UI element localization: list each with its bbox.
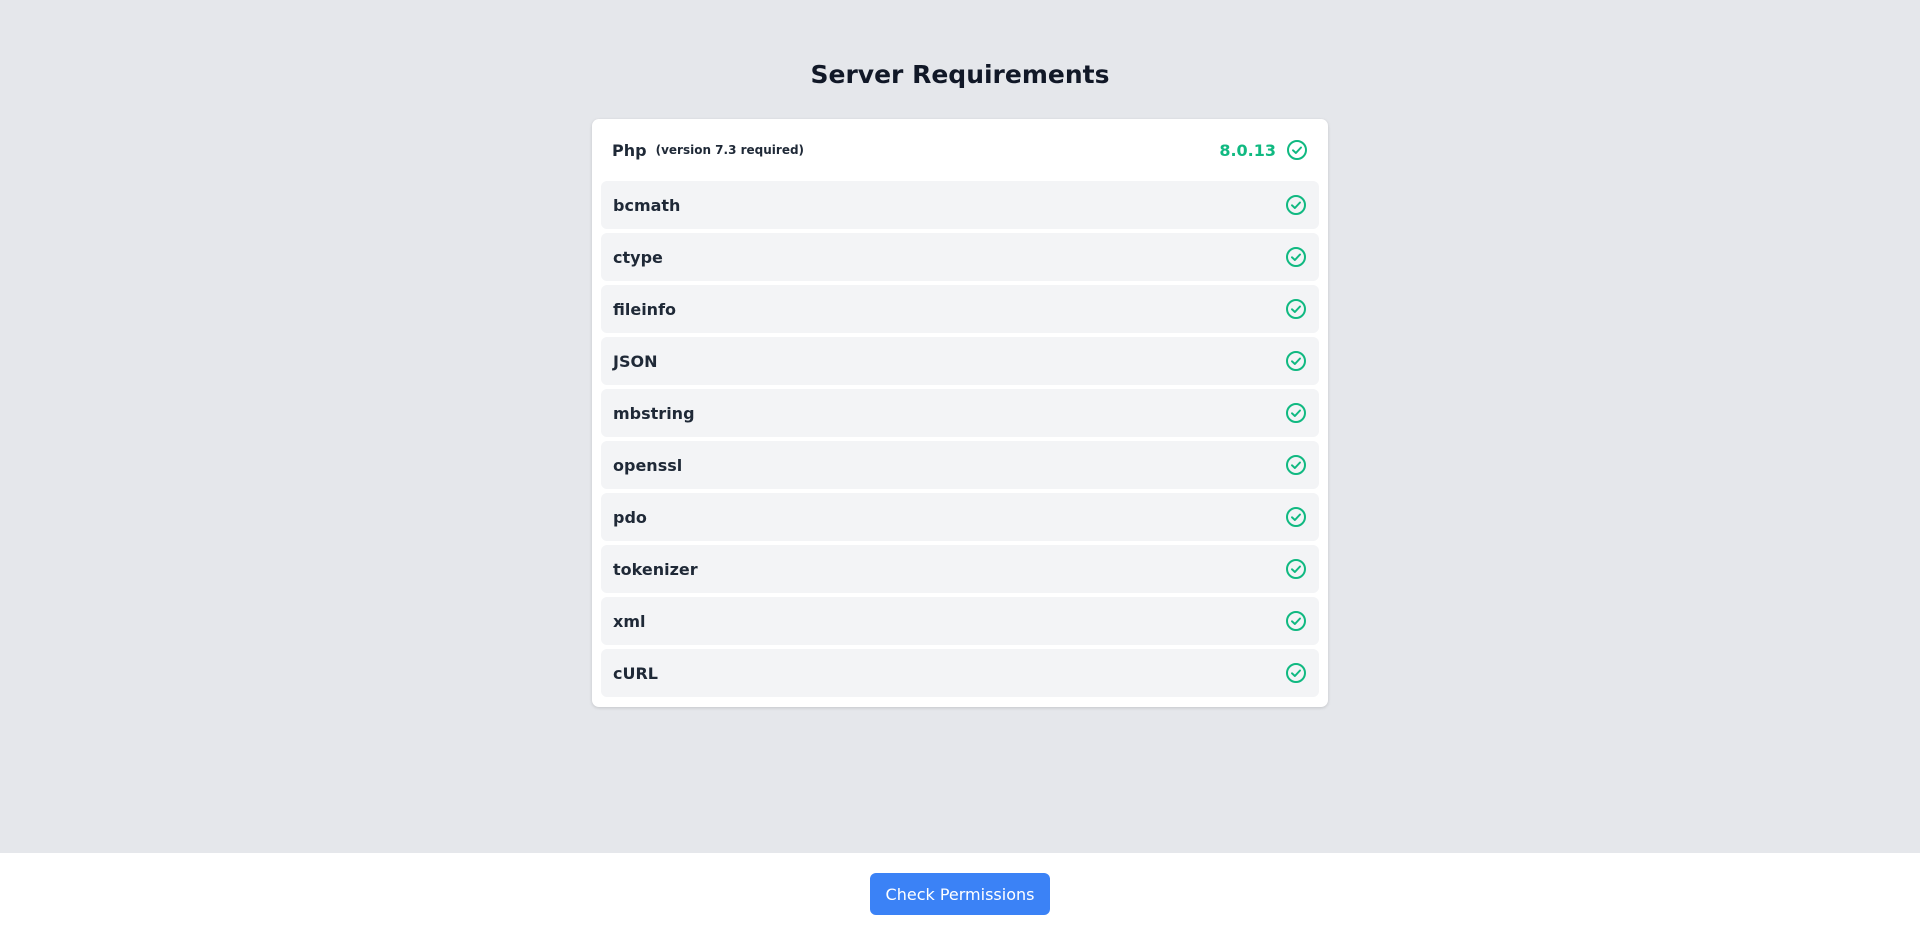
extension-name: JSON (613, 351, 658, 371)
check-circle-icon (1285, 506, 1307, 528)
extension-row: bcmath (601, 181, 1319, 229)
extension-name: cURL (613, 663, 658, 683)
extension-row: cURL (601, 649, 1319, 697)
check-circle-icon (1285, 402, 1307, 424)
php-version-note: (version 7.3 required) (655, 143, 805, 157)
extension-name: mbstring (613, 403, 695, 423)
php-current-version: 8.0.13 (1219, 140, 1276, 160)
extension-name: xml (613, 611, 646, 631)
check-circle-icon (1285, 298, 1307, 320)
check-circle-icon (1285, 194, 1307, 216)
extension-row: fileinfo (601, 285, 1319, 333)
extension-name: tokenizer (613, 559, 698, 579)
check-circle-icon (1285, 454, 1307, 476)
php-status: 8.0.13 (1219, 139, 1308, 161)
extension-row: ctype (601, 233, 1319, 281)
extension-row: JSON (601, 337, 1319, 385)
extension-row: tokenizer (601, 545, 1319, 593)
extension-name: openssl (613, 455, 683, 475)
requirements-card: Php (version 7.3 required) 8.0.13 bcmath… (592, 119, 1328, 707)
check-circle-icon (1285, 662, 1307, 684)
php-label: Php (612, 140, 647, 160)
extension-row: xml (601, 597, 1319, 645)
php-requirement-row: Php (version 7.3 required) 8.0.13 (592, 119, 1328, 181)
footer-bar: Check Permissions (0, 853, 1920, 936)
extension-name: pdo (613, 507, 647, 527)
extension-name: bcmath (613, 195, 681, 215)
extension-name: ctype (613, 247, 663, 267)
extension-list: bcmath ctype fileinfo JSON mbstring openssl pd… (601, 181, 1319, 701)
check-permissions-button[interactable]: Check Permissions (870, 873, 1050, 915)
page-title: Server Requirements (810, 60, 1110, 89)
check-circle-icon (1285, 246, 1307, 268)
check-circle-icon (1285, 610, 1307, 632)
check-circle-icon (1285, 350, 1307, 372)
extension-name: fileinfo (613, 299, 677, 319)
check-circle-icon (1286, 139, 1308, 161)
extension-row: mbstring (601, 389, 1319, 437)
check-circle-icon (1285, 558, 1307, 580)
extension-row: openssl (601, 441, 1319, 489)
extension-row: pdo (601, 493, 1319, 541)
